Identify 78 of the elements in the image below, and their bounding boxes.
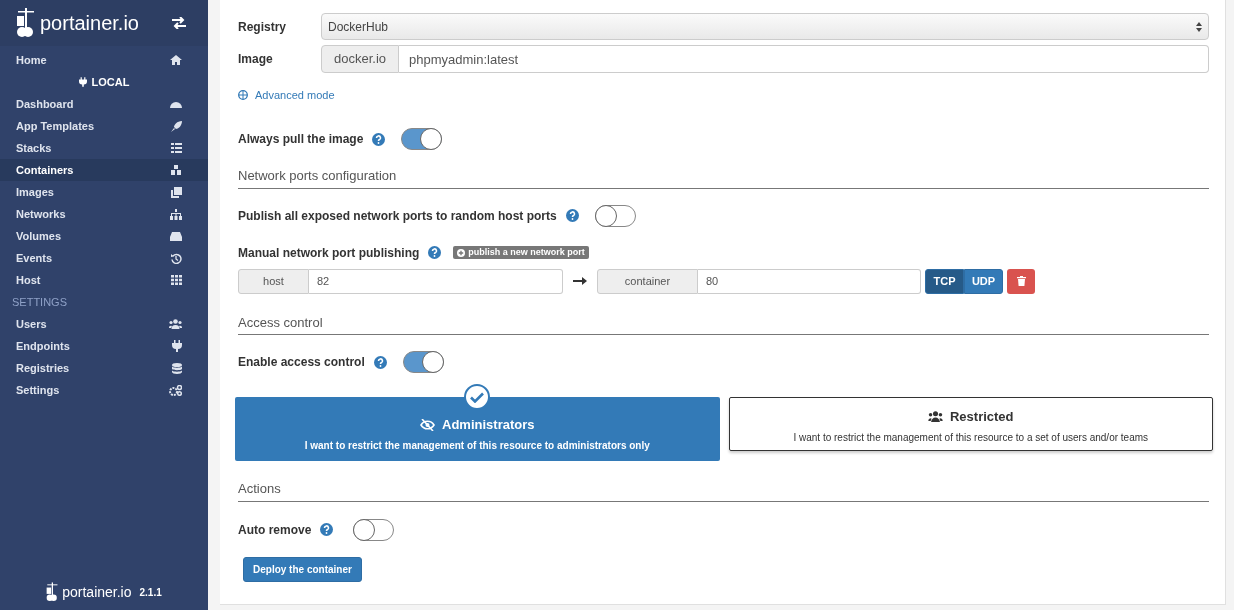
- drive-icon: [170, 231, 182, 241]
- protocol-button[interactable]: TCP: [925, 268, 964, 294]
- sidebar-item[interactable]: Containers: [0, 159, 208, 181]
- globe-icon: [238, 90, 248, 100]
- access-option-card[interactable]: Restricted I want to restrict the management of this resource to a set of users and/or teams: [728, 397, 1213, 451]
- users-icon: [927, 411, 943, 423]
- option-description: I want to restrict the management of this resource to a set of users and/or teams: [793, 430, 1149, 445]
- protocol-button[interactable]: UDP: [964, 268, 1003, 294]
- container-port-field[interactable]: 80: [698, 268, 921, 294]
- sidebar-item[interactable]: Host: [0, 269, 208, 291]
- toggle-switch[interactable]: [353, 518, 395, 541]
- host-port-field[interactable]: 82: [309, 268, 563, 294]
- help-icon: [373, 355, 387, 369]
- help-icon: [372, 132, 386, 146]
- registry-dropdown[interactable]: DockerHub: [321, 13, 1209, 40]
- sidebar-item[interactable]: Users: [0, 313, 208, 335]
- logo-text: portainer.io: [40, 13, 139, 33]
- swap-arrows-icon[interactable]: [172, 17, 186, 29]
- image-field[interactable]: phpmyadmin:latest: [399, 45, 1209, 73]
- list-icon: [171, 143, 182, 153]
- field-label: Manual network port publishing: [238, 244, 420, 262]
- sidebar-item[interactable]: Settings: [0, 379, 208, 401]
- plug-icon: [172, 340, 182, 352]
- cubes-icon: [170, 164, 182, 176]
- section-header: Actions: [238, 479, 1209, 502]
- image-prefix: docker.io: [321, 45, 399, 73]
- sidebar-item[interactable]: Stacks: [0, 137, 208, 159]
- right-arrow-icon: [573, 277, 587, 285]
- logo-text: portainer.io: [62, 582, 132, 602]
- grid-icon: [171, 275, 182, 285]
- help-icon: [428, 246, 442, 259]
- section-header: Network ports configuration: [238, 166, 1209, 189]
- field-label: Enable access control: [238, 354, 365, 371]
- toggle-switch[interactable]: [402, 351, 444, 373]
- home-icon: [170, 55, 182, 65]
- sidebar-item[interactable]: Home: [0, 49, 208, 71]
- add-port-button[interactable]: publish a new network port: [453, 246, 589, 259]
- input-addon: host: [238, 268, 309, 294]
- toggle-switch[interactable]: [594, 204, 636, 227]
- delete-button[interactable]: [1007, 268, 1035, 294]
- option-title: Restricted: [949, 408, 1014, 426]
- advanced-mode-link[interactable]: Advanced mode: [255, 86, 335, 104]
- sidebar-item[interactable]: Networks: [0, 203, 208, 225]
- up-down-caret-icon: [1196, 21, 1202, 32]
- history-icon: [171, 252, 182, 264]
- field-label: Auto remove: [238, 521, 312, 539]
- sidebar-item[interactable]: Events: [0, 247, 208, 269]
- endpoint-heading: LOCAL: [91, 74, 130, 90]
- trash-icon: [1016, 276, 1026, 286]
- deploy-button[interactable]: Deploy the container: [243, 556, 362, 582]
- sitemap-icon: [170, 208, 182, 220]
- section-header: Access control: [238, 312, 1209, 335]
- toggle-switch[interactable]: [401, 128, 443, 150]
- plus-circle-icon: [457, 248, 466, 257]
- help-icon: [565, 209, 579, 222]
- input-addon: container: [597, 268, 698, 294]
- database-icon: [172, 362, 182, 374]
- sidebar-item[interactable]: Registries: [0, 357, 208, 379]
- field-label: Image: [238, 51, 274, 68]
- eye-slash-icon: [420, 418, 435, 431]
- sidebar-item[interactable]: App Templates: [0, 115, 208, 137]
- version-label: 2.1.1: [139, 585, 162, 600]
- field-label: Publish all exposed network ports to random host ports: [238, 207, 557, 225]
- sidebar-item[interactable]: Volumes: [0, 225, 208, 247]
- section-heading: SETTINGS: [12, 294, 67, 310]
- option-title: Administrators: [442, 416, 535, 434]
- field-label: Always pull the image: [238, 131, 364, 148]
- help-icon: [320, 523, 334, 536]
- plug-icon: [78, 77, 87, 87]
- option-description: I want to restrict the management of this resource to administrators only: [304, 438, 650, 453]
- field-label: Registry: [238, 18, 288, 36]
- copy-icon: [171, 186, 182, 198]
- check-icon: [464, 384, 491, 410]
- users-icon: [169, 319, 182, 329]
- sidebar-item[interactable]: Images: [0, 181, 208, 203]
- sidebar-item[interactable]: Dashboard: [0, 93, 208, 115]
- access-option-card[interactable]: Administrators I want to restrict the management of this resource to administrators only: [235, 397, 720, 461]
- sidebar-item[interactable]: Endpoints: [0, 335, 208, 357]
